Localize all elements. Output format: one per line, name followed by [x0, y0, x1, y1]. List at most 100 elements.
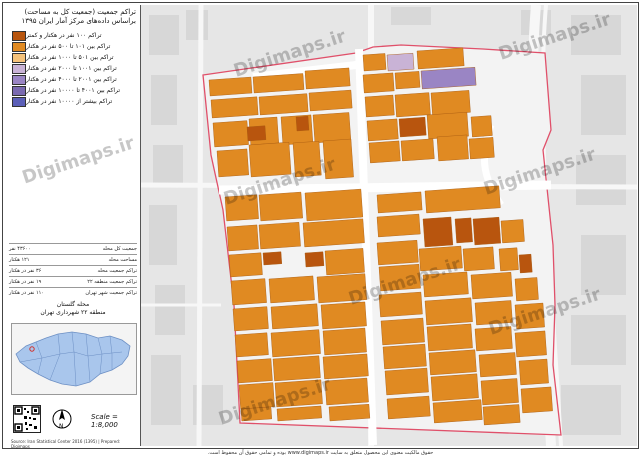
legend-label: تراکم بین ۱۰۱ تا ۵۰۰ نفر در هکتار	[26, 43, 111, 50]
building-block[interactable]	[478, 352, 517, 378]
building-block[interactable]	[262, 251, 283, 266]
stat-label: جمعیت کل محله	[102, 246, 137, 252]
building-block[interactable]	[380, 317, 425, 346]
building-block[interactable]	[270, 329, 321, 358]
stat-value: ۴۳۶۰۰ نفر	[9, 246, 31, 252]
building-block[interactable]	[498, 247, 519, 272]
building-block[interactable]	[500, 219, 525, 244]
building-block[interactable]	[394, 92, 431, 118]
building-block[interactable]	[394, 71, 421, 90]
building-block[interactable]	[436, 134, 469, 162]
building-block[interactable]	[208, 76, 253, 97]
building-block[interactable]	[362, 53, 387, 72]
building-block[interactable]	[376, 191, 423, 214]
building-block[interactable]	[430, 90, 471, 116]
svg-text:N: N	[59, 423, 64, 430]
building-block[interactable]	[328, 403, 371, 422]
building-block[interactable]	[258, 221, 301, 250]
building-block[interactable]	[302, 218, 365, 248]
building-block[interactable]	[376, 213, 421, 238]
building-block[interactable]	[416, 47, 465, 70]
building-block[interactable]	[432, 399, 483, 424]
building-block[interactable]	[246, 125, 267, 142]
building-block[interactable]	[324, 248, 365, 276]
building-block[interactable]	[382, 343, 427, 370]
building-block[interactable]	[216, 148, 249, 178]
building-block[interactable]	[386, 395, 431, 420]
legend-panel: تراکم جمعیت (جمعیت کل به مساحت) براساس د…	[5, 5, 141, 449]
building-block[interactable]	[364, 94, 395, 118]
building-block[interactable]	[430, 373, 479, 402]
building-block[interactable]	[422, 216, 454, 248]
building-block[interactable]	[322, 353, 369, 380]
building-block[interactable]	[386, 52, 415, 72]
stats-table: جمعیت کل محله ۴۳۶۰۰ نفر مساحت محله ۱۲۱ هکتا…	[9, 243, 137, 298]
building-block[interactable]	[322, 327, 367, 356]
building-block[interactable]	[234, 332, 269, 358]
building-block[interactable]	[228, 252, 263, 278]
building-block[interactable]	[428, 349, 477, 376]
legend-label: تراکم بیشتر از ۱۰۰۰۰ نفر در هکتار	[26, 98, 113, 105]
building-block[interactable]	[518, 253, 533, 274]
neighborhood-map: Digimaps.ir Digimaps.ir Digimaps.ir Digi…	[141, 5, 637, 446]
building-block[interactable]	[252, 73, 305, 94]
building-block[interactable]	[366, 118, 399, 142]
building-block[interactable]	[482, 404, 521, 426]
building-block[interactable]	[470, 115, 493, 138]
building-block[interactable]	[424, 297, 473, 326]
map-area[interactable]: Digimaps.ir Digimaps.ir Digimaps.ir Digi…	[141, 5, 637, 446]
building-block[interactable]	[230, 278, 267, 306]
stat-label: تراکم جمعیت شهر تهران	[85, 290, 137, 296]
building-block[interactable]	[368, 140, 401, 164]
legend-swatch	[12, 41, 26, 52]
building-block[interactable]	[295, 115, 310, 132]
stat-row: تراکم جمعیت محله ۳۶ نفر در هکتار	[9, 265, 137, 276]
building-block[interactable]	[514, 330, 547, 358]
building-block[interactable]	[376, 239, 419, 266]
building-block[interactable]	[514, 277, 539, 302]
building-block[interactable]	[210, 96, 259, 119]
building-block[interactable]	[226, 224, 259, 252]
legend-item: تراکم بین ۲۰۰۱ تا ۴۰۰۰ نفر در هکتار	[5, 74, 140, 85]
legend-title: تراکم جمعیت (جمعیت کل به مساحت) براساس د…	[21, 8, 136, 25]
legend-swatch	[12, 85, 26, 96]
building-block[interactable]	[520, 386, 553, 414]
building-block[interactable]	[398, 116, 427, 138]
building-block[interactable]	[258, 93, 309, 116]
stat-value: ۱۱۰ نفر در هکتار	[9, 290, 44, 296]
legend-swatch	[12, 52, 26, 63]
building-block[interactable]	[304, 67, 351, 90]
building-block[interactable]	[270, 303, 319, 330]
building-block[interactable]	[462, 246, 495, 272]
building-block[interactable]	[268, 275, 315, 304]
building-block[interactable]	[212, 120, 249, 148]
legend-item: تراکم بین ۱۰۰۱ تا ۲۰۰۰ نفر در هکتار	[5, 63, 140, 74]
stat-value: ۳۶ نفر در هکتار	[9, 268, 42, 274]
stat-value: ۱۲۱ هکتار	[9, 257, 30, 263]
scale-label: Scale = 1:8,000	[91, 413, 118, 429]
building-block[interactable]	[232, 306, 269, 332]
building-block[interactable]	[304, 188, 364, 222]
stat-row: مساحت محله ۱۲۱ هکتار	[9, 254, 137, 265]
building-block[interactable]	[454, 217, 473, 244]
qr-code	[13, 405, 41, 433]
legend-swatch	[12, 63, 26, 74]
building-block[interactable]	[308, 89, 353, 112]
building-block[interactable]	[420, 67, 477, 90]
building-block[interactable]	[312, 112, 352, 144]
legend-swatch	[12, 96, 26, 107]
legend-item: تراکم بین ۵۰۱ تا ۱۰۰۰ نفر در هکتار	[5, 52, 140, 63]
building-block[interactable]	[426, 111, 469, 140]
building-block[interactable]	[470, 271, 513, 300]
building-block[interactable]	[426, 323, 473, 352]
building-block[interactable]	[472, 216, 501, 246]
building-block[interactable]	[468, 137, 495, 160]
building-block[interactable]	[362, 72, 395, 94]
building-block[interactable]	[518, 358, 549, 386]
building-block[interactable]	[236, 358, 273, 384]
building-block[interactable]	[304, 251, 325, 268]
building-block[interactable]	[480, 378, 519, 406]
legend-list: تراکم ۱۰۰ نفر در هکتار و کمتر تراکم بین ۱…	[5, 30, 140, 107]
building-block[interactable]	[400, 138, 435, 162]
building-block[interactable]	[384, 367, 429, 396]
